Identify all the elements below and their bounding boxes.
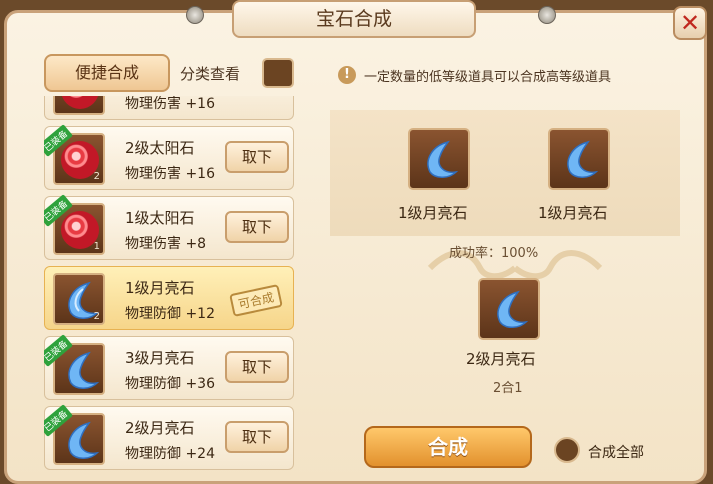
remove-button[interactable]: 取下	[225, 141, 289, 173]
item-stat: 物理防御 +24	[125, 446, 215, 462]
item-name: 3级月亮石	[125, 349, 195, 367]
item-name: 1级月亮石	[125, 279, 195, 297]
list-item[interactable]: 已装备 3级月亮石 物理防御 +36 取下	[44, 334, 294, 400]
rivet-left-decoration	[186, 6, 204, 24]
list-item[interactable]: 物理伤害 +16	[44, 96, 294, 120]
material-area	[330, 110, 680, 236]
compose-ratio: 2合1	[493, 381, 523, 396]
window-title: 宝石合成	[232, 0, 476, 38]
moon-stone-icon	[68, 421, 100, 459]
sun-stone-icon	[61, 96, 99, 109]
item-name: 1级太阳石	[125, 209, 195, 227]
remove-button[interactable]: 取下	[225, 351, 289, 383]
material-name: 1级月亮石	[398, 204, 468, 222]
gem-thumbnail: 2	[53, 273, 105, 325]
item-name: 2级月亮石	[125, 419, 195, 437]
material-name: 1级月亮石	[538, 204, 608, 222]
list-item-selected[interactable]: 2 1级月亮石 物理防御 +12 可合成	[44, 266, 294, 330]
quick-compose-button[interactable]: 便捷合成	[44, 54, 170, 92]
success-rate: 成功率：100%	[449, 246, 539, 261]
result-name: 2级月亮石	[466, 350, 536, 368]
material-slot[interactable]	[548, 128, 610, 190]
composable-stamp: 可合成	[229, 284, 283, 317]
remove-button[interactable]: 取下	[225, 421, 289, 453]
moon-stone-icon	[567, 140, 599, 178]
moon-stone-icon	[427, 140, 459, 178]
item-stat: 物理伤害 +16	[125, 166, 215, 182]
item-stat: 物理防御 +36	[125, 376, 215, 392]
gem-level: 2	[93, 171, 100, 182]
rivet-right-decoration	[538, 6, 556, 24]
item-stat: 物理伤害 +8	[125, 236, 207, 252]
compose-all-checkbox[interactable]	[554, 437, 580, 463]
list-item[interactable]: 2 已装备 2级太阳石 物理伤害 +16 取下	[44, 124, 294, 190]
item-name: 2级太阳石	[125, 139, 195, 157]
compose-all-label: 合成全部	[588, 445, 644, 461]
gem-level: 1	[93, 241, 100, 252]
moon-stone-icon	[68, 351, 100, 389]
gem-list[interactable]: 物理伤害 +16 2 已装备 2级太阳石 物理伤害 +16 取下 1 已装备 1…	[44, 96, 294, 484]
gem-thumbnail	[53, 96, 105, 115]
category-view-checkbox[interactable]	[262, 58, 294, 88]
remove-button[interactable]: 取下	[225, 211, 289, 243]
material-slot[interactable]	[408, 128, 470, 190]
category-view-label: 分类查看	[180, 65, 241, 83]
item-stat: 物理伤害 +16	[125, 96, 215, 112]
moon-stone-icon	[497, 290, 529, 328]
compose-tip: 一定数量的低等级道具可以合成高等级道具	[364, 70, 612, 85]
result-slot	[478, 278, 540, 340]
info-icon: !	[338, 66, 356, 84]
close-button[interactable]: ✕	[673, 6, 707, 40]
list-item[interactable]: 已装备 2级月亮石 物理防御 +24 取下	[44, 404, 294, 470]
compose-button[interactable]: 合成	[364, 426, 532, 468]
item-stat: 物理防御 +12	[125, 306, 215, 322]
list-item[interactable]: 1 已装备 1级太阳石 物理伤害 +8 取下	[44, 194, 294, 260]
gem-level: 2	[93, 311, 100, 322]
